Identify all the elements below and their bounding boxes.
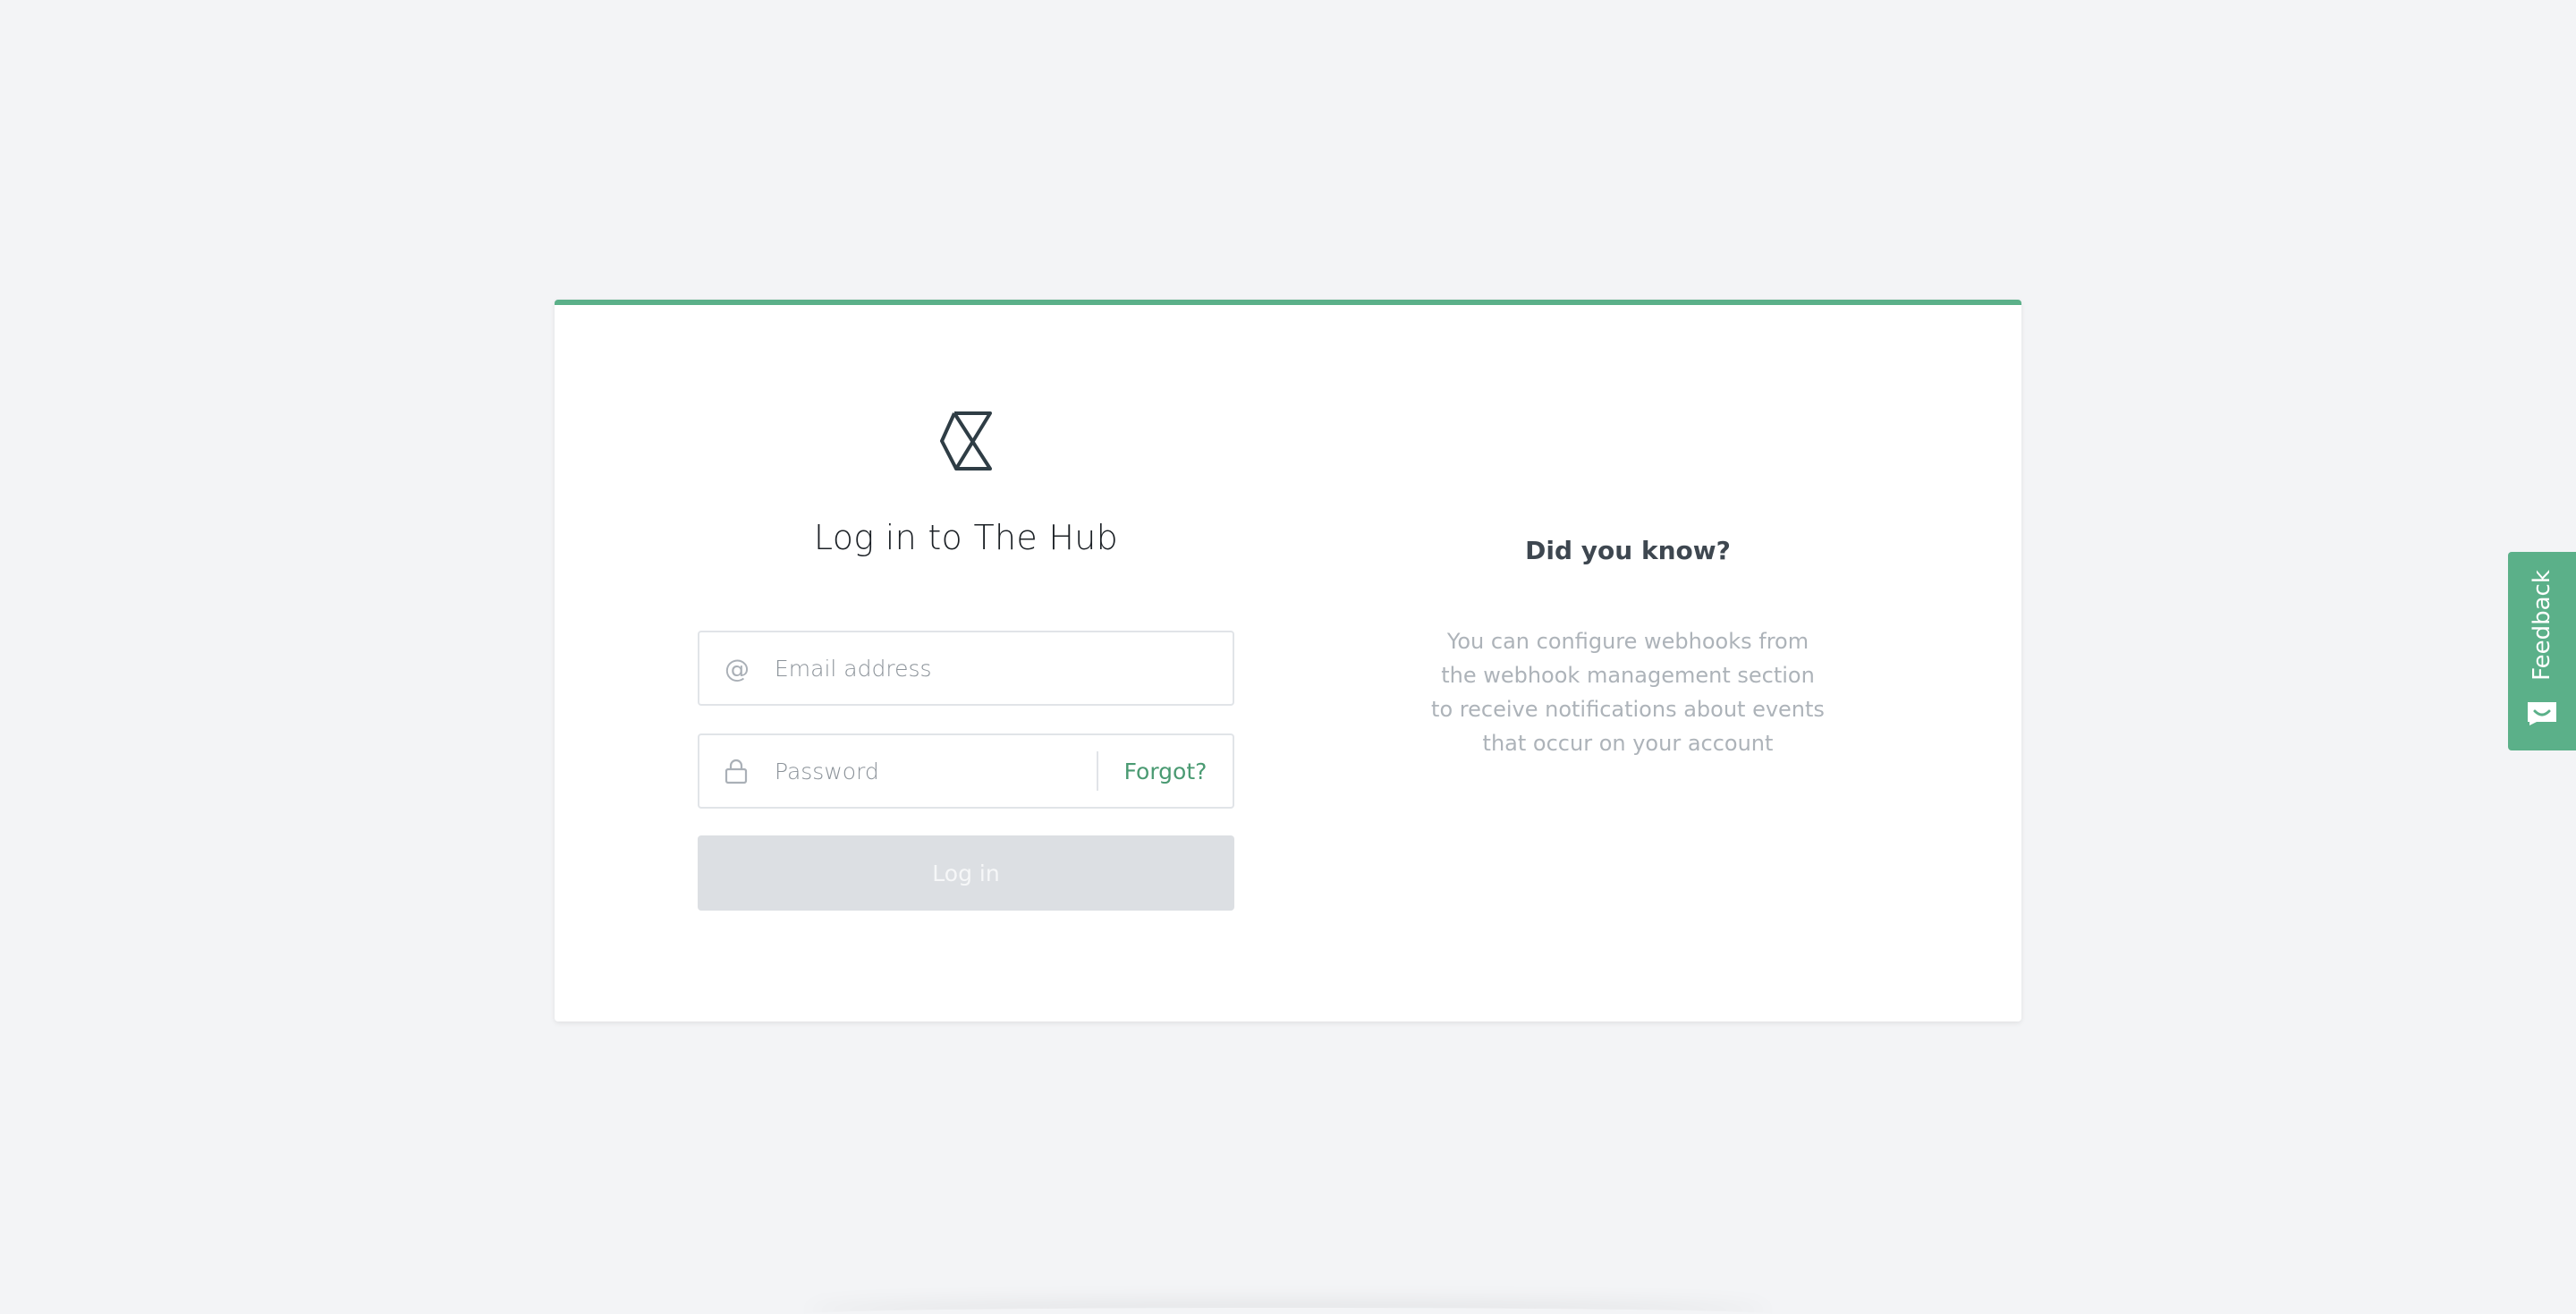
feedback-button[interactable]: Feedback bbox=[2508, 552, 2576, 750]
login-panel: Log in to The Hub @ Forgot? Log in bbox=[698, 305, 1234, 1022]
feedback-label: Feedback bbox=[2529, 570, 2555, 681]
lock-icon bbox=[724, 758, 771, 784]
at-sign-icon: @ bbox=[724, 653, 750, 683]
password-input[interactable] bbox=[771, 735, 1097, 807]
page: Log in to The Hub @ Forgot? Log in Di bbox=[0, 0, 2576, 1314]
bottom-shadow bbox=[805, 1308, 1771, 1314]
chat-face-icon bbox=[2528, 702, 2556, 725]
tip-title: Did you know? bbox=[1525, 536, 1731, 565]
login-button[interactable]: Log in bbox=[698, 835, 1234, 911]
email-field[interactable]: @ bbox=[698, 631, 1234, 706]
page-title: Log in to The Hub bbox=[813, 518, 1119, 557]
login-card: Log in to The Hub @ Forgot? Log in Di bbox=[555, 300, 2021, 1022]
forgot-password-link[interactable]: Forgot? bbox=[1098, 759, 1233, 784]
tip-panel: Did you know? You can configure webhooks… bbox=[1395, 305, 1860, 1022]
hub-logo-icon bbox=[940, 411, 992, 470]
email-input[interactable] bbox=[771, 632, 1233, 704]
password-field[interactable]: Forgot? bbox=[698, 733, 1234, 809]
tip-text: You can configure webhooks from the webh… bbox=[1431, 629, 1825, 756]
